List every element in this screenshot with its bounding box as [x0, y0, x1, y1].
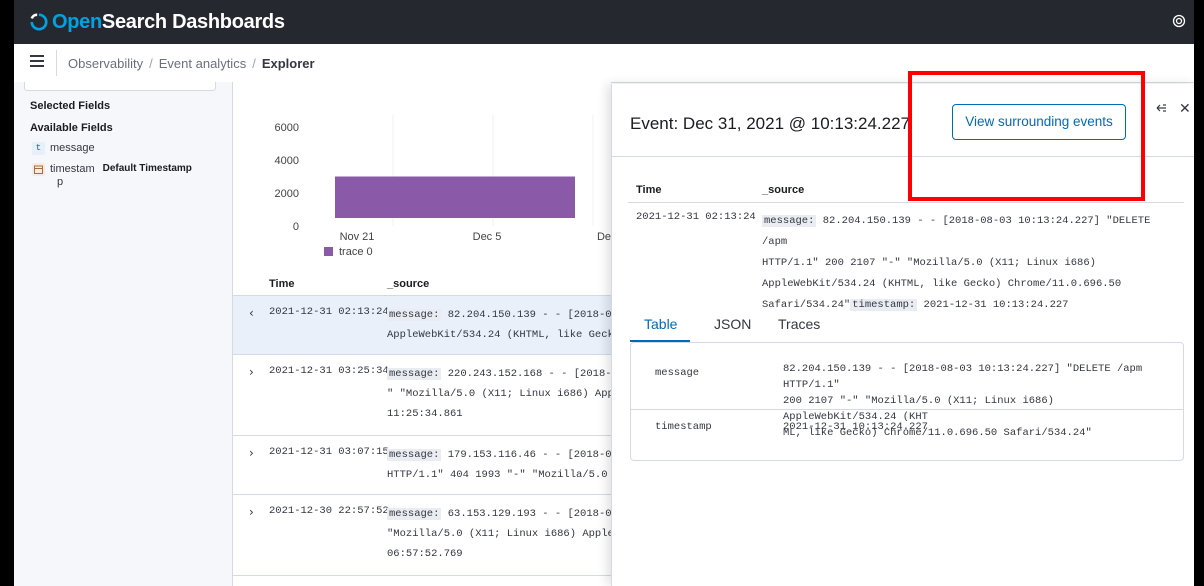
field-key-message: message [655, 367, 700, 379]
y-tick-label: 2000 [275, 188, 299, 200]
chevron-right-icon[interactable]: › [249, 505, 254, 519]
bar-trace-0 [335, 176, 575, 218]
divider [628, 202, 1184, 203]
legend-swatch [324, 247, 333, 256]
highlight-box [908, 71, 1145, 201]
col-header-time: Time [269, 278, 295, 290]
row-source: message: 220.243.152.168 - - [2018-08 " … [387, 368, 611, 420]
divider [631, 409, 1183, 410]
y-tick-label: 4000 [275, 155, 299, 167]
selected-fields-title: Selected Fields [30, 100, 111, 112]
breadcrumb-separator: / [149, 56, 153, 71]
flyout-time: 2021-12-31 02:13:24 [636, 211, 756, 223]
default-timestamp-badge: Default Timestamp [102, 163, 192, 174]
fields-sidebar: Selected Fields Available Fields t messa… [14, 82, 233, 586]
tab-traces[interactable]: Traces [778, 316, 820, 332]
breadcrumb: Observability / Event analytics / Explor… [68, 56, 315, 71]
top-header: OpenSearch Dashboards [14, 0, 1194, 44]
event-fields-table: message 82.204.150.139 - - [2018-08-03 1… [630, 342, 1184, 461]
x-tick-label: Nov 21 [340, 231, 375, 243]
field-name: timestam p [50, 163, 95, 188]
row-source: message: 179.153.116.46 - - [2018-08- HT… [387, 449, 611, 481]
flyout-col-time: Time [636, 184, 662, 196]
close-icon[interactable]: ✕ [1179, 101, 1191, 117]
explorer-main: 6000 4000 2000 0 Nov 21 Dec 5 De trace 0 Time _… [233, 82, 611, 586]
tab-json[interactable]: JSON [714, 316, 751, 332]
table-row[interactable]: ‹ 2021-12-31 02:13:24 message: 82.204.15… [233, 296, 611, 355]
hamburger-menu-icon[interactable] [30, 55, 44, 69]
help-icon[interactable] [1172, 14, 1186, 28]
string-type-icon: t [32, 142, 45, 155]
tab-table[interactable]: Table [644, 316, 677, 332]
y-tick-label: 0 [293, 221, 299, 233]
row-source: message: 63.153.129.193 - - [2018-08- "M… [387, 508, 611, 560]
flyout-col-source: _source [762, 184, 805, 196]
events-table-header: Time _source [233, 271, 611, 296]
logo-text-open: Open [52, 10, 102, 33]
available-fields-title: Available Fields [30, 122, 113, 134]
field-name: message [50, 142, 95, 154]
field-key-timestamp: timestamp [655, 421, 712, 433]
flyout-tabs: Table JSON Traces [630, 306, 1186, 342]
breadcrumb-separator: / [252, 56, 256, 71]
calendar-icon [32, 163, 45, 176]
x-tick-label: De [597, 231, 611, 243]
chevron-right-icon[interactable]: › [249, 365, 254, 379]
breadcrumb-observability[interactable]: Observability [68, 56, 143, 71]
y-tick-label: 6000 [275, 122, 299, 134]
field-value-timestamp: 2021-12-31 10:13:24.227 [783, 421, 928, 433]
breadcrumb-explorer: Explorer [261, 56, 315, 71]
divider [56, 50, 57, 76]
row-source: message: 82.204.150.139 - - [2018-08 App… [387, 309, 611, 341]
table-row[interactable]: › 2021-12-31 03:25:34 message: 220.243.1… [233, 355, 611, 436]
breadcrumb-event-analytics[interactable]: Event analytics [159, 56, 246, 71]
table-row[interactable]: › 2021-12-30 22:57:52 message: 63.153.12… [233, 495, 611, 576]
chevron-right-icon[interactable]: › [249, 446, 254, 460]
opensearch-logo-icon [30, 13, 48, 31]
field-message[interactable]: t message [32, 142, 95, 155]
legend-label: trace 0 [339, 246, 373, 258]
table-row[interactable]: › 2021-12-31 03:07:15 message: 179.153.1… [233, 436, 611, 495]
count-chart: 6000 4000 2000 0 Nov 21 Dec 5 De trace 0 [275, 115, 611, 258]
collapse-icon[interactable] [1154, 101, 1168, 115]
row-time: 2021-12-31 03:07:15 [269, 446, 389, 458]
col-header-source: _source [387, 278, 430, 290]
opensearch-logo[interactable]: OpenSearch Dashboards [30, 11, 285, 33]
chevron-left-icon[interactable]: ‹ [249, 306, 254, 320]
x-tick-label: Dec 5 [473, 231, 502, 243]
flyout-title: Event: Dec 31, 2021 @ 10:13:24.227 [630, 114, 911, 133]
row-time: 2021-12-31 03:25:34 [269, 365, 389, 377]
flyout-source: message: 82.204.150.139 - - [2018-08-03 … [762, 215, 1151, 311]
row-time: 2021-12-30 22:57:52 [269, 505, 389, 517]
field-search-input[interactable] [24, 82, 216, 91]
logo-text-rest: Search Dashboards [101, 10, 285, 33]
field-timestamp[interactable]: timestam p Default Timestamp [32, 163, 192, 189]
row-time: 2021-12-31 02:13:24 [269, 306, 389, 318]
